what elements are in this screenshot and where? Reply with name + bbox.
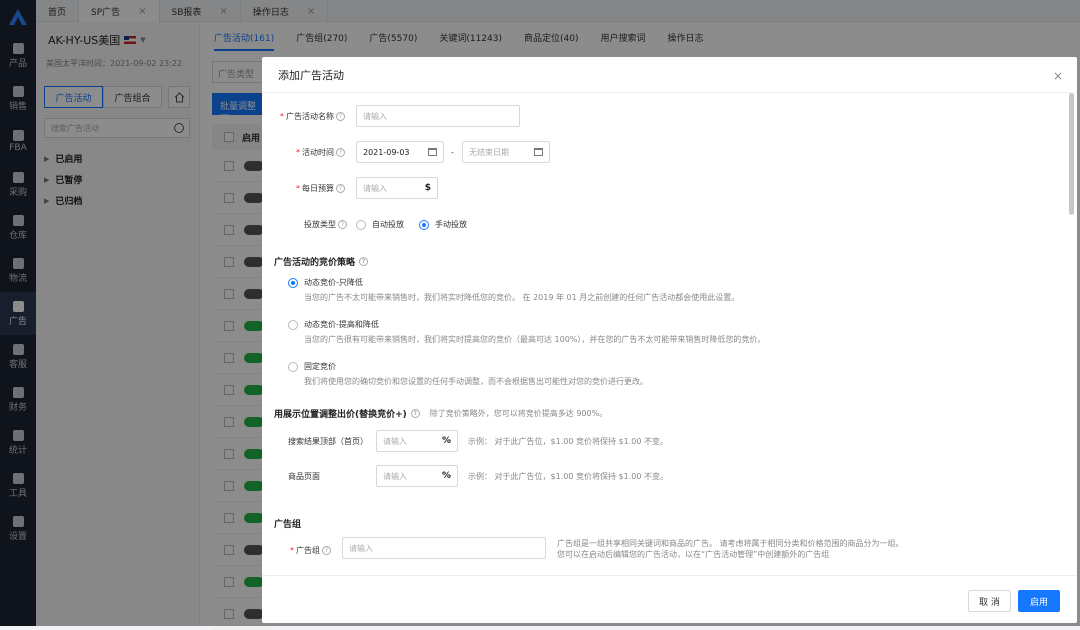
help-icon[interactable]: ? xyxy=(336,112,345,121)
percent-suffix: % xyxy=(441,436,451,446)
start-date-value: 2021-09-03 xyxy=(363,147,410,157)
campaign-name-label: * 广告活动名称? xyxy=(280,111,345,122)
section-hint: 除了竞价策略外，您可以将竞价提高多达 900%。 xyxy=(429,409,608,418)
cancel-button[interactable]: 取 消 xyxy=(968,590,1011,612)
date-separator: - xyxy=(451,148,454,157)
option-desc: 当您的广告很有可能带来销售时，我们将实时提高您的竞价（最高可达 100%），并在… xyxy=(304,335,766,344)
calendar-icon xyxy=(428,148,437,156)
add-campaign-dialog: 添加广告活动 × * 广告活动名称? 请输入 * 活动时间? 2021-09-03 … xyxy=(262,57,1077,623)
placement-example: 示例： 对于此广告位，$1.00 竞价将保持 $1.00 不变。 xyxy=(468,472,668,481)
placement-product-label: 商品页面 xyxy=(288,472,320,481)
targeting-auto-radio[interactable]: 自动投放 xyxy=(356,219,404,230)
ad-group-label: * 广告组? xyxy=(290,545,331,556)
label-text: 投放类型 xyxy=(304,220,336,229)
help-icon[interactable]: ? xyxy=(336,148,345,157)
label-text: 活动时间 xyxy=(302,148,334,157)
ad-group-input[interactable]: 请输入 xyxy=(342,537,546,559)
ad-group-title: 广告组 xyxy=(274,520,302,530)
daily-budget-label: * 每日预算? xyxy=(296,183,345,194)
campaign-name-input[interactable]: 请输入 xyxy=(356,105,520,127)
radio-icon xyxy=(288,319,298,330)
calendar-icon xyxy=(534,148,543,156)
placement-top-label: 搜索结果顶部（首页） xyxy=(288,437,368,446)
placement-product-input[interactable]: 请输入% xyxy=(376,465,458,487)
label-text: 每日预算 xyxy=(302,184,334,193)
placement-example: 示例： 对于此广告位，$1.00 竞价将保持 $1.00 不变。 xyxy=(468,437,668,446)
help-icon[interactable]: ? xyxy=(336,184,345,193)
placeholder: 请输入 xyxy=(363,183,387,193)
help-icon[interactable]: ? xyxy=(338,220,347,229)
bid-option-up-down[interactable]: 动态竞价-提高和降低 xyxy=(288,319,379,330)
radio-checked-icon xyxy=(419,219,429,230)
placeholder: 请输入 xyxy=(349,543,373,553)
placeholder: 请输入 xyxy=(383,436,407,446)
dialog-footer: 取 消 启用 xyxy=(262,575,1077,623)
option-title: 动态竞价-只降低 xyxy=(304,278,363,287)
scrollbar-thumb[interactable] xyxy=(1069,93,1074,215)
enable-submit-button[interactable]: 启用 xyxy=(1018,590,1060,612)
radio-label: 自动投放 xyxy=(372,220,404,229)
percent-suffix: % xyxy=(441,471,451,481)
radio-icon xyxy=(288,361,298,372)
ad-group-desc: 您可以在启动后编辑您的广告活动，以在“广告活动管理”中创建额外的广告组 xyxy=(557,550,830,559)
daily-budget-input[interactable]: 请输入 $ xyxy=(356,177,438,199)
campaign-time-label: * 活动时间? xyxy=(296,147,345,158)
targeting-type-label: 投放类型? xyxy=(304,219,347,230)
radio-label: 手动投放 xyxy=(435,220,467,229)
label-text: 广告活动名称 xyxy=(286,112,334,121)
placeholder: 请输入 xyxy=(363,111,387,121)
bid-option-down-only[interactable]: 动态竞价-只降低 xyxy=(288,277,363,288)
label-text: 广告组 xyxy=(296,546,320,555)
help-icon[interactable]: ? xyxy=(410,409,420,418)
help-icon[interactable]: ? xyxy=(322,546,331,555)
currency-suffix: $ xyxy=(424,183,431,193)
option-desc: 当您的广告不太可能带来销售时，我们将实时降低您的竞价。 在 2019 年 01 … xyxy=(304,293,740,302)
dialog-scrollbar[interactable] xyxy=(1069,93,1074,575)
ad-group-desc: 广告组是一组共享相同关键词和商品的广告。 请考虑将属于相同分类和价格范围的商品分… xyxy=(557,539,904,548)
placement-adjust-title: 用展示位置调整出价(替换竞价+)? 除了竞价策略外，您可以将竞价提高多达 900%… xyxy=(274,407,607,420)
placeholder: 无结束日期 xyxy=(469,147,509,157)
help-icon[interactable]: ? xyxy=(359,257,369,266)
dialog-body: * 广告活动名称? 请输入 * 活动时间? 2021-09-03 - 无结束日期 *… xyxy=(262,93,1067,575)
placement-top-input[interactable]: 请输入% xyxy=(376,430,458,452)
section-text: 广告活动的竞价策略 xyxy=(274,258,356,268)
start-date-input[interactable]: 2021-09-03 xyxy=(356,141,444,163)
radio-checked-icon xyxy=(288,277,298,288)
dialog-title: 添加广告活动 xyxy=(262,57,1077,93)
radio-icon xyxy=(356,219,366,230)
option-title: 动态竞价-提高和降低 xyxy=(304,320,379,329)
option-title: 固定竞价 xyxy=(304,362,336,371)
bid-strategy-title: 广告活动的竞价策略? xyxy=(274,255,369,268)
section-text: 用展示位置调整出价(替换竞价+) xyxy=(274,410,407,420)
targeting-manual-radio[interactable]: 手动投放 xyxy=(419,219,467,230)
end-date-input[interactable]: 无结束日期 xyxy=(462,141,550,163)
option-desc: 我们将使用您的确切竞价和您设置的任何手动调整，而不会根据售出可能性对您的竞价进行… xyxy=(304,377,648,386)
placeholder: 请输入 xyxy=(383,471,407,481)
close-icon[interactable]: × xyxy=(1053,69,1063,83)
bid-option-fixed[interactable]: 固定竞价 xyxy=(288,361,336,372)
